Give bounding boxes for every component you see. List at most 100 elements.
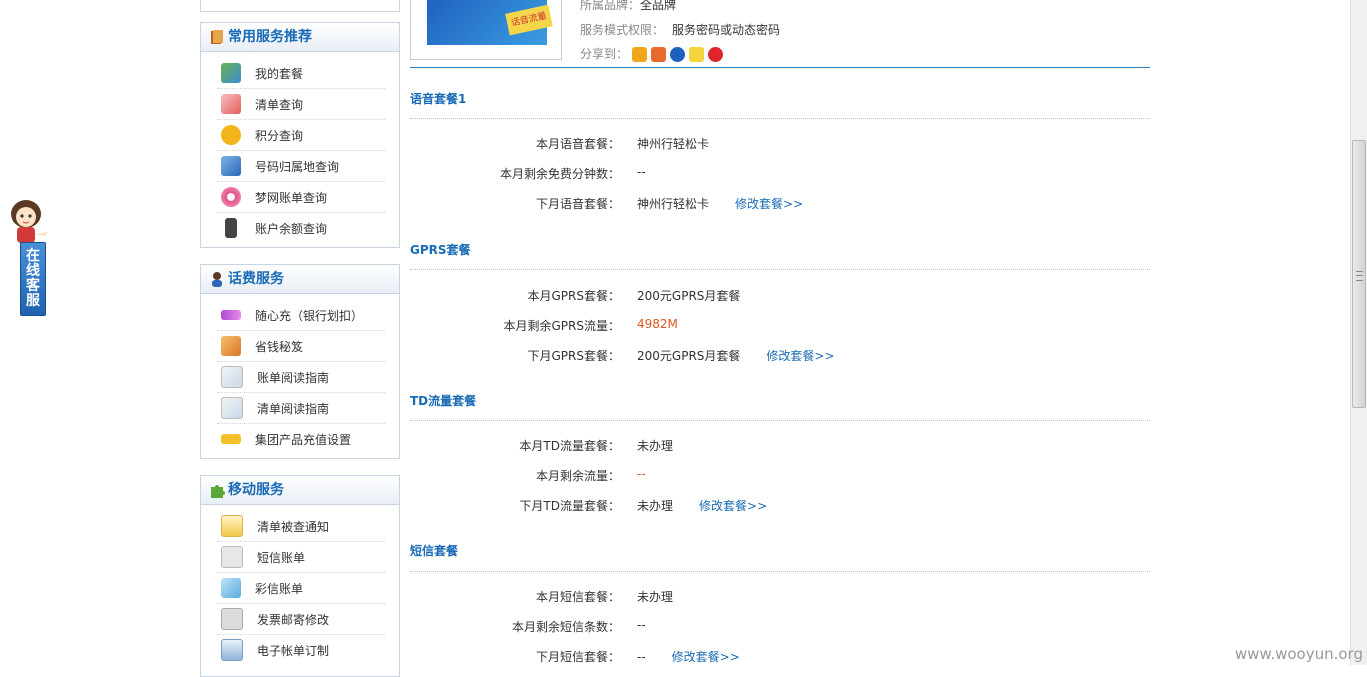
product-image: 话音流量 xyxy=(410,0,562,60)
sidebar-item-label: 清单查询 xyxy=(255,97,304,112)
share-pengyou-icon[interactable] xyxy=(650,47,666,62)
row-label: 下月GPRS套餐： xyxy=(527,349,621,363)
row-voice-current: 本月语音套餐： 神州行轻松卡 xyxy=(410,135,1150,155)
sidebar-item-bill-guide[interactable]: 账单阅读指南 xyxy=(217,362,385,393)
phone-location-icon xyxy=(221,156,241,176)
panel-title: 常用服务推荐 xyxy=(228,29,312,45)
row-label: 本月剩余GPRS流量： xyxy=(503,319,621,333)
row-value: 未办理 修改套餐>> xyxy=(637,497,767,514)
monitor-icon xyxy=(221,639,243,661)
row-label: 下月语音套餐： xyxy=(535,197,620,211)
sidebar-item-label: 电子帐单订制 xyxy=(257,643,330,658)
sidebar-item-label: 发票邮寄修改 xyxy=(257,612,330,627)
share-weibo-icon[interactable] xyxy=(707,47,723,62)
sidebar-item-my-package[interactable]: 我的套餐 xyxy=(217,58,385,89)
section-divider xyxy=(410,420,1150,421)
customer-service-avatar-icon xyxy=(11,200,48,243)
permission-value: 服务密码或动态密码 xyxy=(672,23,781,37)
magnifier-doc-icon xyxy=(221,366,243,388)
saving-book-icon xyxy=(221,336,241,356)
share-renren-icon[interactable] xyxy=(669,47,685,62)
sms-icon xyxy=(221,546,243,568)
row-gprs-next: 下月GPRS套餐： 200元GPRS月套餐 修改套餐>> xyxy=(410,347,1150,367)
sidebar-item-number-location[interactable]: 号码归属地查询 xyxy=(217,151,385,182)
row-value: 神州行轻松卡 修改套餐>> xyxy=(637,195,803,212)
panel-title: 话费服务 xyxy=(228,271,284,287)
row-value-text: 200元GPRS月套餐 xyxy=(637,349,741,363)
list-icon xyxy=(221,94,241,114)
modify-package-link[interactable]: 修改套餐>> xyxy=(699,499,767,513)
sidebar-item-sms-bill[interactable]: 短信账单 xyxy=(217,542,385,573)
modify-package-link[interactable]: 修改套餐>> xyxy=(766,349,834,363)
row-value-highlight: 4982M xyxy=(637,317,678,331)
row-voice-remaining: 本月剩余免费分钟数： -- xyxy=(410,165,1150,185)
sidebar-item-detail-query[interactable]: 清单查询 xyxy=(217,89,385,120)
row-label: 下月TD流量套餐： xyxy=(519,499,620,513)
vertical-scrollbar[interactable] xyxy=(1350,0,1367,665)
sidebar-item-label: 梦网账单查询 xyxy=(255,190,328,205)
sidebar-item-invoice-mail[interactable]: 发票邮寄修改 xyxy=(217,604,385,635)
share-star-icon[interactable] xyxy=(688,47,704,62)
sidebar-item-label: 积分查询 xyxy=(255,128,304,143)
sidebar-item-label: 账单阅读指南 xyxy=(257,370,330,385)
row-label: 本月剩余流量： xyxy=(535,469,620,483)
row-sms-current: 本月短信套餐： 未办理 xyxy=(410,588,1150,608)
sidebar-item-label: 我的套餐 xyxy=(255,66,304,81)
row-value-text: -- xyxy=(637,650,646,664)
sidebar-item-saving-tips[interactable]: 省钱秘笈 xyxy=(217,331,385,362)
row-td-next: 下月TD流量套餐： 未办理 修改套餐>> xyxy=(410,497,1150,517)
row-gprs-current: 本月GPRS套餐： 200元GPRS月套餐 xyxy=(410,287,1150,307)
mobile-phone-icon xyxy=(225,218,237,238)
sidebar-item-label: 清单被查通知 xyxy=(257,519,330,534)
row-sms-next: 下月短信套餐： -- 修改套餐>> xyxy=(410,648,1150,668)
share-line: 分享到： xyxy=(580,45,727,62)
online-customer-service[interactable]: 在线客服 xyxy=(4,198,52,320)
brand-line: 所属品牌：全品牌 xyxy=(580,0,676,13)
sidebar-item-label: 号码归属地查询 xyxy=(255,159,340,174)
sidebar-item-group-recharge[interactable]: 集团产品充值设置 xyxy=(217,424,385,454)
puzzle-icon xyxy=(211,485,225,498)
row-value: 200元GPRS月套餐 修改套餐>> xyxy=(637,347,835,364)
online-service-label: 在线客服 xyxy=(26,248,40,309)
row-value: 未办理 xyxy=(637,439,674,453)
sidebar-item-monternet-bill[interactable]: 梦网账单查询 xyxy=(217,182,385,213)
scrollbar-thumb[interactable] xyxy=(1352,140,1366,408)
sidebar-item-ebill-order[interactable]: 电子帐单订制 xyxy=(217,635,385,665)
permission-line: 服务模式权限： 服务密码或动态密码 xyxy=(580,21,780,38)
share-qzone-icon[interactable] xyxy=(631,47,647,62)
row-label: 本月剩余免费分钟数： xyxy=(499,167,620,181)
share-label: 分享到： xyxy=(580,47,629,61)
modify-package-link[interactable]: 修改套餐>> xyxy=(735,197,803,211)
row-label: 本月TD流量套餐： xyxy=(519,439,620,453)
section-divider xyxy=(410,269,1150,270)
recharge-icon xyxy=(221,310,241,320)
panel-title: 移动服务 xyxy=(228,482,284,498)
sidebar-item-points-query[interactable]: 积分查询 xyxy=(217,120,385,151)
sidebar-item-label: 彩信账单 xyxy=(255,581,304,596)
row-sms-remaining: 本月剩余短信条数： -- xyxy=(410,618,1150,638)
sidebar-item-label: 账户余额查询 xyxy=(255,221,328,236)
panel-header: 话费服务 xyxy=(201,265,399,294)
row-value: 200元GPRS月套餐 xyxy=(637,289,741,303)
magnifier-doc-icon xyxy=(221,397,243,419)
scrollbar-grip-icon xyxy=(1356,271,1363,281)
modify-package-link[interactable]: 修改套餐>> xyxy=(672,650,740,664)
panel-header: 移动服务 xyxy=(201,476,399,505)
sidebar-item-detail-checked-notice[interactable]: 清单被查通知 xyxy=(217,511,385,542)
panel-billing-services: 话费服务 随心充（银行划扣） 省钱秘笈 账单阅读指南 清单阅读指南 集团产品充值… xyxy=(200,264,400,459)
row-voice-next: 下月语音套餐： 神州行轻松卡 修改套餐>> xyxy=(410,195,1150,215)
panel-header: 常用服务推荐 xyxy=(201,23,399,52)
printer-icon xyxy=(221,608,243,630)
row-label: 本月GPRS套餐： xyxy=(527,289,621,303)
sidebar-item-balance-query[interactable]: 账户余额查询 xyxy=(217,213,385,243)
sidebar-item-mms-bill[interactable]: 彩信账单 xyxy=(217,573,385,604)
sidebar-item-detail-guide[interactable]: 清单阅读指南 xyxy=(217,393,385,424)
permission-label: 服务模式权限： xyxy=(580,23,665,37)
section-title-sms: 短信套餐 xyxy=(410,544,459,558)
panel-common-services: 常用服务推荐 我的套餐 清单查询 积分查询 号码归属地查询 梦网账单查询 账户余… xyxy=(200,22,400,248)
online-service-tab[interactable]: 在线客服 xyxy=(20,242,46,316)
sidebar-item-label: 短信账单 xyxy=(257,550,306,565)
sidebar-item-bank-recharge[interactable]: 随心充（银行划扣） xyxy=(217,300,385,331)
row-label: 本月剩余短信条数： xyxy=(511,620,620,634)
sidebar-item-label: 随心充（银行划扣） xyxy=(255,308,364,323)
